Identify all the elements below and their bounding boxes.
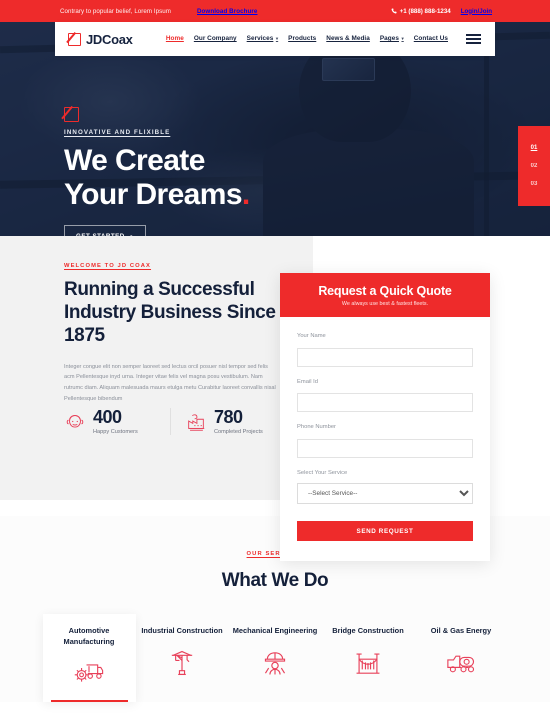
worker-helmet-icon bbox=[233, 648, 318, 678]
top-bar-tagline: Contrary to popular belief, Lorem Ipsum bbox=[60, 7, 171, 15]
service-card-automotive-manufacturing[interactable]: Automotive Manufacturing bbox=[42, 614, 136, 703]
slide-dot-02[interactable]: 02 bbox=[531, 163, 538, 169]
label-select-your-service: Select Your Service bbox=[297, 469, 348, 476]
hamburger-menu-icon[interactable] bbox=[466, 34, 481, 44]
quote-form-title: Request a Quick Quote bbox=[318, 284, 452, 298]
chevron-down-icon: ▾ bbox=[401, 35, 404, 41]
stat-label-projects: Completed Projects bbox=[214, 429, 263, 435]
nav-label-home: Home bbox=[165, 35, 184, 43]
stat-number-customers: 400 bbox=[93, 407, 122, 427]
stat-number-projects: 780 bbox=[214, 407, 243, 427]
hero-title-line1: We Create bbox=[64, 144, 205, 177]
quote-form-body: Your Name Email Id Phone Number Select Y… bbox=[280, 317, 490, 561]
main-navigation: Home Our Company Services ▾ Products New… bbox=[166, 34, 481, 44]
crane-icon bbox=[140, 648, 225, 678]
nav-item-home[interactable]: Home bbox=[166, 35, 184, 42]
service-name-automotive: Automotive Manufacturing bbox=[63, 626, 115, 646]
hero-title-dot: . bbox=[241, 177, 250, 211]
services-title: What We Do bbox=[221, 570, 329, 591]
download-brochure-link[interactable]: Download Brochure bbox=[197, 8, 257, 15]
quote-form-header: Request a Quick Quote We always use best… bbox=[280, 273, 490, 317]
label-phone-number: Phone Number bbox=[297, 424, 336, 430]
hero-subtitle: INNOVATIVE AND FLIXIBLE bbox=[64, 129, 171, 136]
nav-item-pages[interactable]: Pages ▾ bbox=[380, 35, 404, 42]
nav-label-pages: Pages bbox=[379, 35, 399, 43]
service-card-bridge-construction[interactable]: Bridge Construction bbox=[322, 614, 415, 702]
about-eyebrow: WELCOME TO JD COAX bbox=[64, 263, 152, 269]
nav-label-contact-us: Contact Us bbox=[413, 35, 448, 43]
nav-item-our-company[interactable]: Our Company bbox=[194, 35, 237, 42]
top-bar-right: +1 (888) 888-1234 Login/Join bbox=[391, 8, 550, 15]
service-name-mechanical: Mechanical Engineering bbox=[232, 626, 318, 635]
nav-label-our-company: Our Company bbox=[193, 35, 237, 43]
nav-item-products[interactable]: Products bbox=[288, 35, 316, 42]
bridge-icon bbox=[326, 648, 411, 678]
get-started-label: GET STARTED bbox=[76, 233, 125, 236]
nav-label-services: Services bbox=[246, 35, 274, 43]
service-select[interactable]: --Select Service-- bbox=[297, 482, 473, 504]
about-title: Running a Successful Industry Business S… bbox=[64, 279, 276, 347]
slide-dot-01[interactable]: 01 bbox=[531, 145, 538, 151]
about-content: WELCOME TO JD COAX Running a Successful … bbox=[64, 263, 276, 405]
service-card-mechanical-engineering[interactable]: Mechanical Engineering bbox=[229, 614, 322, 702]
chevron-down-icon: ▾ bbox=[275, 35, 279, 41]
label-email-id: Email Id bbox=[297, 378, 318, 385]
nav-label-products: Products bbox=[288, 35, 317, 43]
send-request-button[interactable]: SEND REQUEST bbox=[297, 521, 473, 541]
hero-title: We Create Your Dreams. bbox=[64, 144, 250, 211]
service-card-industrial-construction[interactable]: Industrial Construction bbox=[136, 614, 229, 702]
site-header: JDCoax Home Our Company Services ▾ Produ… bbox=[55, 22, 495, 56]
hero-title-line2: Your Dreams bbox=[64, 177, 243, 211]
jdcoax-logo-icon bbox=[68, 32, 81, 46]
your-name-input[interactable] bbox=[297, 347, 473, 367]
logo-text: JDCoax bbox=[86, 31, 133, 47]
stat-completed-projects: 780 Completed Projects bbox=[170, 408, 276, 435]
service-name-bridge: Bridge Construction bbox=[332, 626, 404, 635]
quote-form-card: Request a Quick Quote We always use best… bbox=[280, 273, 490, 561]
quote-form-subtitle: We always use best & fastest fleets. bbox=[341, 301, 429, 307]
nav-item-news-media[interactable]: News & Media bbox=[326, 35, 370, 42]
service-name-oil-gas: Oil & Gas Energy bbox=[430, 626, 492, 635]
tanker-truck-icon bbox=[419, 648, 504, 678]
about-stats: 400 Happy Customers 780 Completed Projec… bbox=[64, 408, 276, 435]
stat-happy-customers: 400 Happy Customers bbox=[64, 408, 170, 435]
login-join-link[interactable]: Login/Join bbox=[461, 8, 492, 15]
service-card-oil-gas-energy[interactable]: Oil & Gas Energy bbox=[415, 614, 508, 702]
arrow-right-icon: ▸ bbox=[131, 234, 134, 236]
hero-content: INNOVATIVE AND FLIXIBLE We Create Your D… bbox=[64, 107, 250, 236]
stat-label-customers: Happy Customers bbox=[93, 429, 138, 435]
happy-customer-icon bbox=[66, 414, 84, 428]
nav-item-services[interactable]: Services ▾ bbox=[247, 35, 279, 42]
nav-label-news-media: News & Media bbox=[326, 35, 370, 43]
site-logo[interactable]: JDCoax bbox=[68, 32, 133, 47]
phone-number[interactable]: +1 (888) 888-1234 bbox=[391, 8, 451, 15]
phone-icon bbox=[391, 8, 397, 14]
hero-slider-pagination: 01 02 03 bbox=[518, 126, 550, 206]
services-grid: Automotive Manufacturing Industrial Cons… bbox=[0, 614, 550, 703]
phone-number-text: +1 (888) 888-1234 bbox=[399, 7, 451, 15]
service-name-industrial: Industrial Construction bbox=[141, 626, 223, 635]
email-id-input[interactable] bbox=[297, 393, 473, 412]
top-bar: Contrary to popular belief, Lorem Ipsum … bbox=[0, 0, 550, 22]
gear-truck-icon bbox=[47, 658, 132, 688]
get-started-button[interactable]: GET STARTED ▸ bbox=[64, 225, 146, 236]
label-your-name: Your Name bbox=[297, 333, 326, 339]
phone-number-input[interactable] bbox=[297, 438, 473, 458]
nav-item-contact-us[interactable]: Contact Us bbox=[414, 35, 448, 42]
top-bar-left: Contrary to popular belief, Lorem Ipsum … bbox=[0, 8, 257, 15]
slide-dot-03[interactable]: 03 bbox=[531, 181, 538, 187]
slash-square-icon bbox=[64, 107, 79, 122]
about-paragraph: Integer congue elit non semper laoreet s… bbox=[64, 363, 276, 403]
factory-icon bbox=[188, 413, 205, 431]
